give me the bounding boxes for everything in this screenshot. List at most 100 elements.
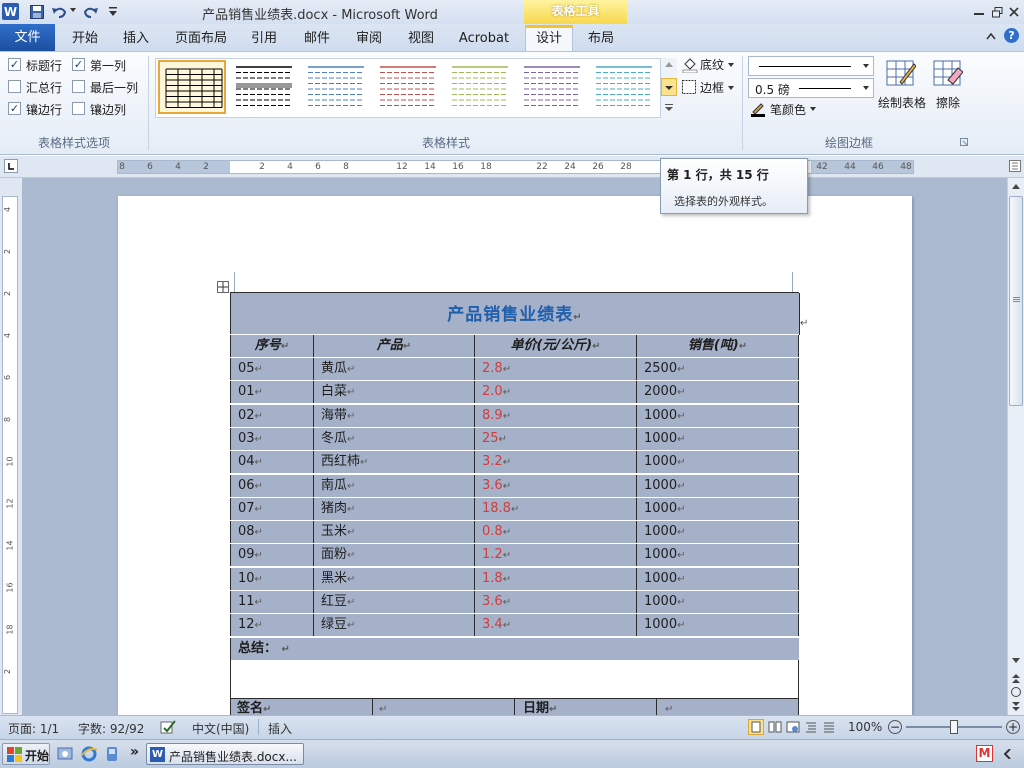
header-cell-id[interactable]: 序号↵ [231, 335, 314, 357]
web-layout-icon[interactable] [786, 720, 800, 734]
table-cell[interactable]: 2.8↵ [475, 358, 637, 380]
table-row[interactable]: 01↵ 白菜↵ 2.0↵ 2000↵ [230, 381, 800, 405]
table-cell[interactable]: 西红柿↵ [314, 451, 475, 474]
table-cell[interactable]: 玉米↵ [314, 521, 475, 544]
tab-page-layout[interactable]: 页面布局 [165, 26, 237, 51]
table-cell[interactable]: 1000↵ [637, 614, 799, 637]
table-cell[interactable]: 03↵ [231, 427, 314, 450]
close-icon[interactable] [1005, 3, 1023, 21]
table-row[interactable]: 04↵ 西红柿↵ 3.2↵ 1000↵ [230, 451, 800, 475]
table-cell[interactable]: 1000↵ [637, 451, 799, 474]
table-style-thumb[interactable] [590, 60, 658, 114]
table-cell[interactable]: 1000↵ [637, 474, 799, 497]
ribbon-collapse-icon[interactable] [986, 32, 996, 40]
table-cell[interactable]: 06↵ [231, 474, 314, 497]
table-cell[interactable]: 1.8↵ [475, 567, 637, 590]
table-cell[interactable]: 1000↵ [637, 567, 799, 590]
draft-view-icon[interactable] [822, 720, 836, 734]
table-title-row[interactable]: 产品销售业绩表↵ [230, 292, 800, 335]
checkbox-box[interactable] [72, 80, 85, 93]
tab-view[interactable]: 视图 [397, 26, 445, 51]
tab-layout[interactable]: 布局 [577, 26, 625, 51]
table-style-thumb[interactable] [158, 60, 226, 114]
proofing-icon[interactable] [160, 719, 176, 735]
table-cell[interactable]: 1000↵ [637, 544, 799, 567]
table-style-thumb[interactable] [518, 60, 586, 114]
table-cell[interactable]: 2500↵ [637, 358, 799, 380]
table-cell[interactable]: 1000↵ [637, 427, 799, 450]
scroll-down-icon[interactable] [1012, 658, 1020, 663]
tab-mailings[interactable]: 邮件 [293, 26, 341, 51]
table-cell[interactable]: 04↵ [231, 451, 314, 474]
table-cell[interactable]: 18.8↵ [475, 497, 637, 520]
zoom-level[interactable]: 100% [848, 720, 882, 734]
table-cell[interactable]: 绿豆↵ [314, 614, 475, 637]
tab-design[interactable]: 设计 [525, 25, 573, 52]
quick-launch-icon[interactable] [104, 746, 120, 762]
zoom-slider-thumb[interactable] [950, 720, 958, 734]
view-ruler-icon[interactable] [1009, 160, 1021, 172]
header-cell-sales[interactable]: 销售(吨)↵ [637, 335, 799, 357]
table-move-handle-icon[interactable] [217, 281, 229, 293]
table-cell[interactable]: 1000↵ [637, 521, 799, 544]
summary-row[interactable]: 总结： ↵ [230, 638, 799, 660]
pen-weight-select[interactable]: 0.5 磅 [748, 78, 874, 98]
outline-view-icon[interactable] [804, 720, 818, 734]
header-cell-price[interactable]: 单价(元/公斤)↵ [475, 335, 637, 357]
eraser-button[interactable]: 擦除 [930, 56, 966, 114]
table-style-thumb[interactable] [230, 60, 298, 114]
table-cell[interactable]: 1000↵ [637, 404, 799, 427]
table-row[interactable]: 06↵ 南瓜↵ 3.6↵ 1000↵ [230, 474, 800, 498]
summary-cell[interactable]: 总结： ↵ [238, 638, 638, 660]
table-header-row[interactable]: 序号↵ 产品↵ 单价(元/公斤)↵ 销售(吨)↵ [230, 335, 799, 357]
gallery-down-icon[interactable] [661, 78, 677, 96]
table-cell[interactable]: 12↵ [231, 614, 314, 637]
start-button[interactable]: 开始 [2, 743, 50, 765]
table-row[interactable]: 07↵ 猪肉↵ 18.8↵ 1000↵ [230, 497, 800, 521]
restore-icon[interactable] [988, 3, 1006, 21]
checkbox-box[interactable]: ✓ [8, 102, 21, 115]
tab-home[interactable]: 开始 [60, 26, 110, 51]
table-cell[interactable]: 猪肉↵ [314, 497, 475, 520]
tab-stop-selector[interactable] [4, 159, 18, 173]
zoom-in-icon[interactable]: + [1006, 720, 1020, 734]
taskbar-word-item[interactable]: W 产品销售业绩表.docx... [146, 743, 304, 765]
header-cell-product[interactable]: 产品↵ [314, 335, 475, 357]
table-cell[interactable]: 黑米↵ [314, 567, 475, 590]
table-row[interactable]: 09↵ 面粉↵ 1.2↵ 1000↵ [230, 544, 800, 568]
checkbox-box[interactable]: ✓ [72, 58, 85, 71]
table-cell[interactable]: 11↵ [231, 591, 314, 613]
zoom-slider[interactable] [906, 720, 1002, 734]
table-cell[interactable]: 8.9↵ [475, 404, 637, 427]
tab-acrobat[interactable]: Acrobat [450, 26, 518, 51]
insert-mode-indicator[interactable]: 插入 [268, 720, 292, 737]
table-cell[interactable]: 3.6↵ [475, 474, 637, 497]
vertical-scrollbar[interactable] [1007, 178, 1024, 715]
table-cell[interactable]: 01↵ [231, 381, 314, 404]
table-cell[interactable]: 黄瓜↵ [314, 358, 475, 380]
pen-style-select[interactable] [748, 56, 874, 76]
tab-insert[interactable]: 插入 [112, 26, 160, 51]
tab-references[interactable]: 引用 [240, 26, 288, 51]
table-row[interactable]: 08↵ 玉米↵ 0.8↵ 1000↵ [230, 521, 800, 545]
select-browse-object-icon[interactable] [1011, 687, 1021, 697]
show-desktop-icon[interactable] [57, 746, 73, 762]
scroll-up-icon[interactable] [1012, 184, 1020, 189]
gallery-more-icon[interactable] [665, 104, 673, 112]
minimize-icon[interactable] [970, 3, 988, 21]
next-page-icon[interactable] [1012, 702, 1020, 711]
table-cell[interactable]: 09↵ [231, 544, 314, 567]
internet-explorer-icon[interactable] [81, 746, 97, 762]
language-indicator[interactable]: 中文(中国) [192, 720, 249, 737]
print-layout-view-icon[interactable] [748, 719, 764, 735]
table-cell[interactable]: 海带↵ [314, 404, 475, 427]
draw-table-button[interactable]: 绘制表格 [876, 56, 928, 114]
tab-review[interactable]: 审阅 [345, 26, 393, 51]
table-cell[interactable]: 南瓜↵ [314, 474, 475, 497]
table-blank-row[interactable] [230, 660, 799, 698]
table-style-thumb[interactable] [446, 60, 514, 114]
table-row[interactable]: 12↵ 绿豆↵ 3.4↵ 1000↵ [230, 614, 800, 638]
checkbox-box[interactable] [8, 80, 21, 93]
table-cell[interactable]: 25↵ [475, 427, 637, 450]
table-cell[interactable]: 冬瓜↵ [314, 427, 475, 450]
